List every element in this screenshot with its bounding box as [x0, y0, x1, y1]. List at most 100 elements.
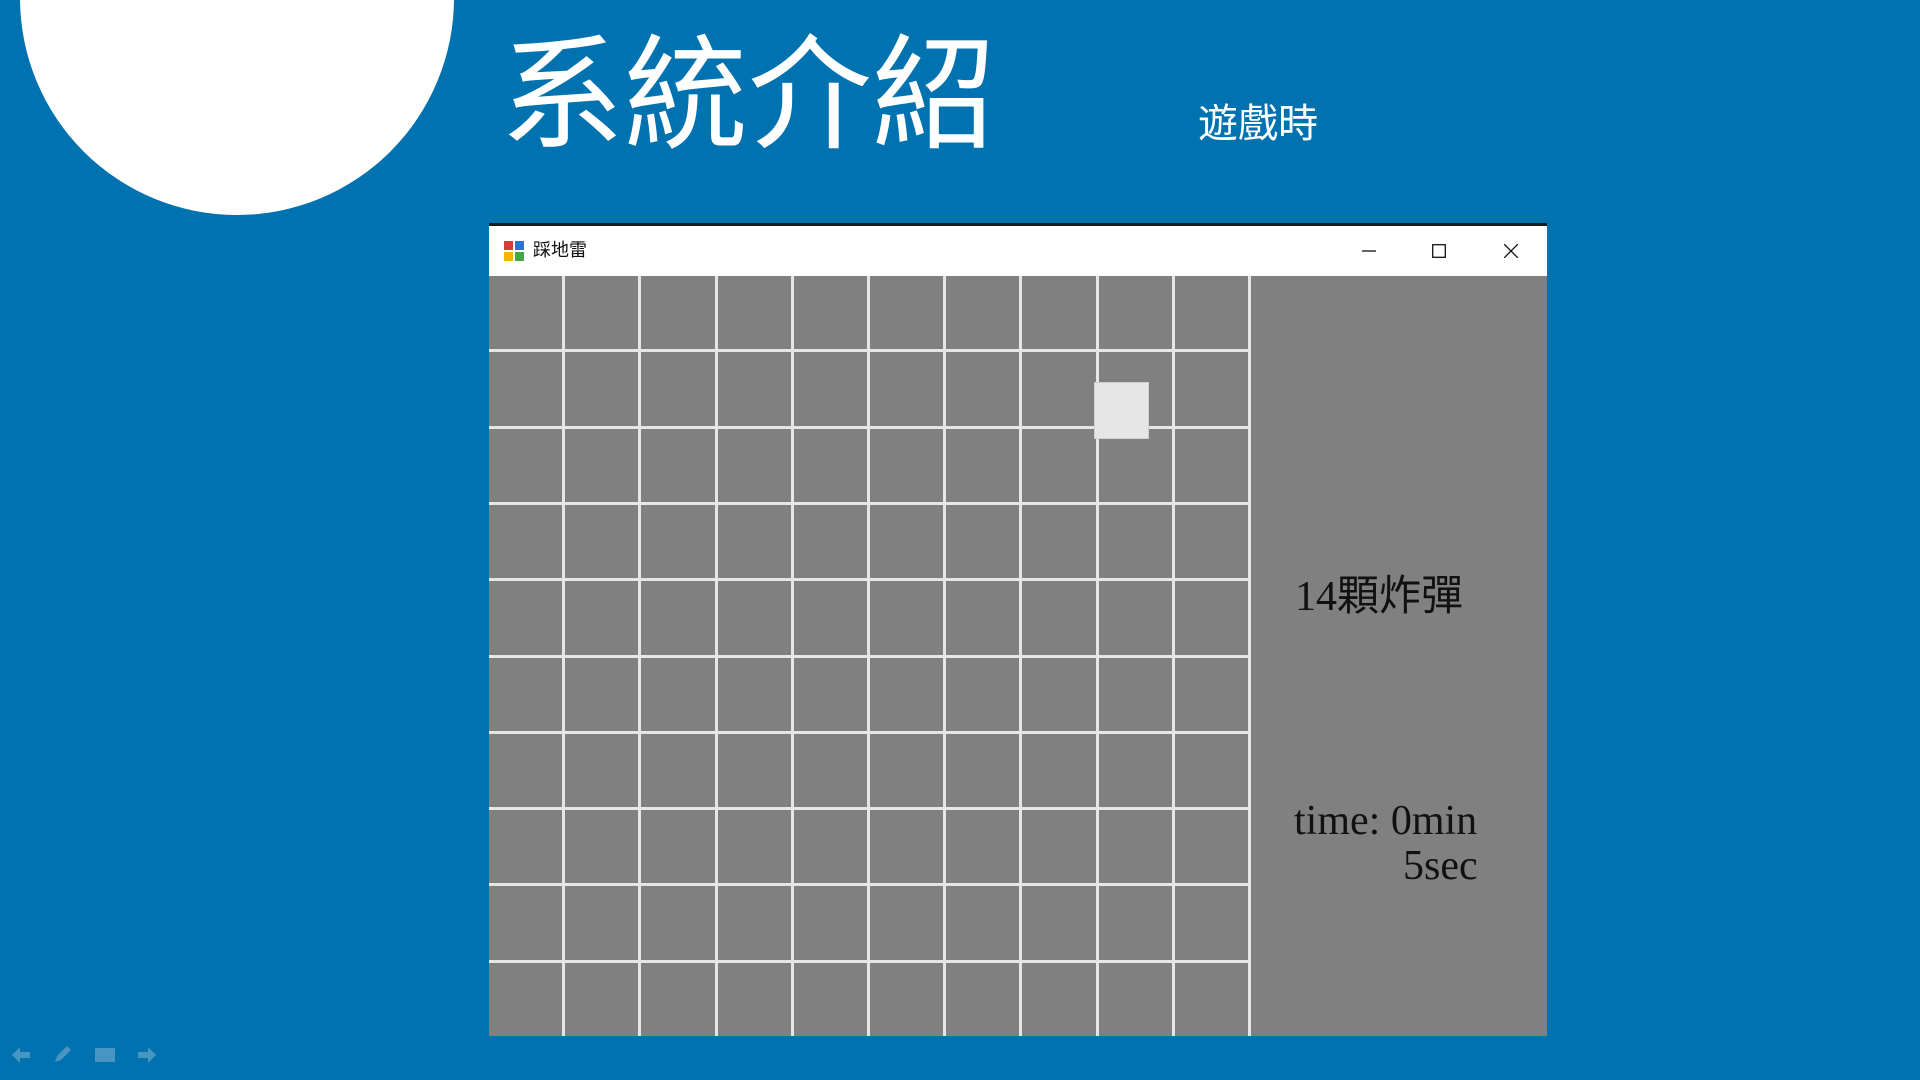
mine-cell[interactable]	[869, 504, 944, 579]
mine-cell[interactable]	[869, 886, 944, 960]
mine-cell[interactable]	[793, 733, 867, 808]
mine-cell[interactable]	[565, 962, 639, 1036]
mine-cell[interactable]	[793, 352, 867, 426]
slides-menu-icon[interactable]	[94, 1045, 116, 1065]
mine-cell[interactable]	[793, 276, 867, 350]
mine-cell[interactable]	[1174, 504, 1248, 579]
mine-cell[interactable]	[641, 886, 715, 960]
mine-cell[interactable]	[565, 428, 639, 502]
mine-cell[interactable]	[717, 504, 791, 579]
mine-cell[interactable]	[565, 352, 639, 426]
mine-cell[interactable]	[641, 352, 715, 426]
mine-cell[interactable]	[565, 886, 639, 960]
mine-cell[interactable]	[717, 886, 791, 960]
mine-cell[interactable]	[946, 733, 1020, 808]
mine-cell[interactable]	[793, 962, 867, 1036]
mine-cell[interactable]	[1174, 581, 1248, 655]
mine-cell[interactable]	[1174, 352, 1248, 426]
mine-cell[interactable]	[946, 504, 1020, 579]
mine-cell[interactable]	[869, 581, 944, 655]
mine-cell[interactable]	[717, 352, 791, 426]
mine-cell[interactable]	[641, 428, 715, 502]
mine-cell[interactable]	[946, 276, 1020, 350]
mine-cell[interactable]	[489, 962, 563, 1036]
mine-cell[interactable]	[1174, 428, 1248, 502]
mine-cell[interactable]	[869, 352, 944, 426]
mine-cell[interactable]	[717, 733, 791, 808]
mine-cell[interactable]	[793, 581, 867, 655]
mine-cell[interactable]	[489, 428, 563, 502]
mine-cell[interactable]	[489, 810, 563, 884]
pen-icon[interactable]	[52, 1045, 74, 1065]
mine-cell[interactable]	[946, 886, 1020, 960]
mine-cell[interactable]	[1174, 276, 1248, 350]
mine-cell[interactable]	[489, 886, 563, 960]
mine-cell[interactable]	[946, 581, 1020, 655]
mine-cell[interactable]	[869, 428, 944, 502]
mine-cell[interactable]	[565, 581, 639, 655]
minimize-button[interactable]	[1334, 226, 1404, 276]
mine-cell[interactable]	[946, 428, 1020, 502]
mine-cell[interactable]	[641, 810, 715, 884]
mine-cell[interactable]	[793, 504, 867, 579]
mine-cell[interactable]	[489, 504, 563, 579]
mine-cell[interactable]	[1098, 504, 1172, 579]
mine-cell[interactable]	[1098, 428, 1172, 502]
mine-cell[interactable]	[946, 810, 1020, 884]
mine-cell[interactable]	[1174, 962, 1248, 1036]
mine-cell[interactable]	[1022, 657, 1096, 731]
mine-cell[interactable]	[1098, 657, 1172, 731]
mine-cell[interactable]	[1098, 886, 1172, 960]
reset-game-button[interactable]	[1094, 382, 1149, 439]
mine-cell[interactable]	[1022, 733, 1096, 808]
mine-cell[interactable]	[489, 657, 563, 731]
mine-cell[interactable]	[869, 276, 944, 350]
maximize-button[interactable]	[1404, 226, 1474, 276]
window-title-bar[interactable]: 踩地雷	[489, 226, 1547, 276]
mine-cell[interactable]	[793, 886, 867, 960]
mine-cell[interactable]	[565, 657, 639, 731]
mine-cell[interactable]	[717, 581, 791, 655]
mine-cell[interactable]	[1022, 810, 1096, 884]
next-arrow-icon[interactable]	[136, 1045, 158, 1065]
mine-cell[interactable]	[489, 352, 563, 426]
mine-cell[interactable]	[641, 581, 715, 655]
mine-cell[interactable]	[565, 504, 639, 579]
mine-cell[interactable]	[1022, 581, 1096, 655]
mine-cell[interactable]	[641, 733, 715, 808]
mine-cell[interactable]	[946, 657, 1020, 731]
close-button[interactable]	[1476, 226, 1546, 276]
mine-cell[interactable]	[1022, 886, 1096, 960]
mine-cell[interactable]	[1022, 428, 1096, 502]
mine-cell[interactable]	[641, 504, 715, 579]
mine-cell[interactable]	[641, 962, 715, 1036]
previous-arrow-icon[interactable]	[10, 1045, 32, 1065]
mine-cell[interactable]	[869, 657, 944, 731]
mine-cell[interactable]	[717, 962, 791, 1036]
mine-cell[interactable]	[869, 733, 944, 808]
mine-cell[interactable]	[641, 276, 715, 350]
mine-cell[interactable]	[1098, 581, 1172, 655]
mine-cell[interactable]	[946, 962, 1020, 1036]
mine-cell[interactable]	[489, 276, 563, 350]
mine-cell[interactable]	[641, 657, 715, 731]
mine-cell[interactable]	[869, 962, 944, 1036]
mine-cell[interactable]	[793, 428, 867, 502]
mine-cell[interactable]	[1174, 733, 1248, 808]
mine-cell[interactable]	[717, 428, 791, 502]
mine-cell[interactable]	[1174, 657, 1248, 731]
mine-cell[interactable]	[489, 581, 563, 655]
mine-cell[interactable]	[793, 810, 867, 884]
mine-cell[interactable]	[489, 733, 563, 808]
mine-cell[interactable]	[717, 657, 791, 731]
mine-cell[interactable]	[869, 810, 944, 884]
mine-cell[interactable]	[1022, 504, 1096, 579]
mine-cell[interactable]	[1022, 352, 1096, 426]
mine-cell[interactable]	[565, 810, 639, 884]
mine-cell[interactable]	[565, 733, 639, 808]
mine-cell[interactable]	[717, 810, 791, 884]
mine-cell[interactable]	[1174, 810, 1248, 884]
mine-cell[interactable]	[946, 352, 1020, 426]
mine-cell[interactable]	[1098, 810, 1172, 884]
mine-cell[interactable]	[1174, 886, 1248, 960]
